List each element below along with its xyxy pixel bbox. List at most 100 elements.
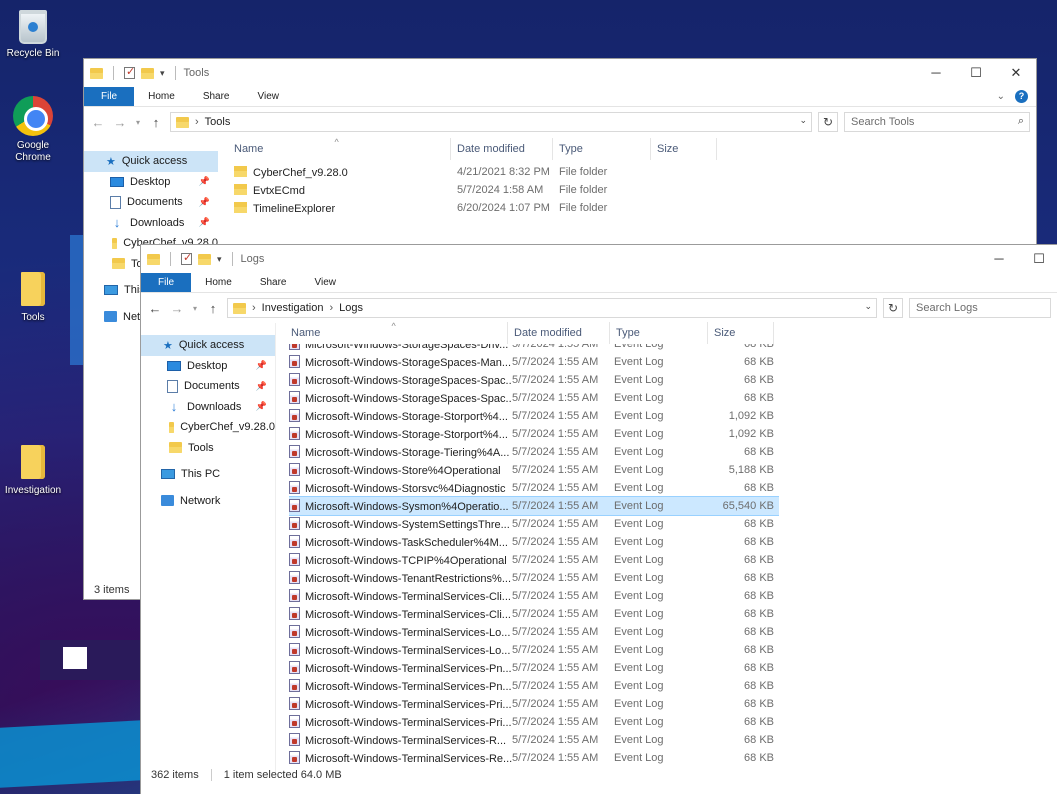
desktop-icon-google-chrome[interactable]: Google Chrome bbox=[1, 96, 65, 164]
table-row[interactable]: Microsoft-Windows-StorageSpaces-Spac... 5… bbox=[289, 389, 779, 407]
table-row[interactable]: Microsoft-Windows-TerminalServices-Pri..… bbox=[289, 695, 779, 713]
column-type[interactable]: Type bbox=[553, 138, 651, 160]
desktop-icon-investigation[interactable]: Investigation bbox=[1, 445, 65, 497]
table-row[interactable]: Microsoft-Windows-StorageSpaces-Driv... 5… bbox=[289, 344, 779, 353]
customize-toolbar-icon[interactable]: ▾ bbox=[217, 254, 222, 265]
file-name: Microsoft-Windows-Storsvc%4Diagnostic bbox=[305, 483, 506, 495]
list-item[interactable]: EvtxECmd 5/7/2024 1:58 AM File folder bbox=[234, 181, 657, 199]
minimize-button[interactable]: ─ bbox=[916, 59, 956, 87]
forward-icon[interactable]: → bbox=[112, 115, 128, 130]
nav-item-documents[interactable]: Documents 📌 bbox=[141, 376, 275, 397]
table-row[interactable]: Microsoft-Windows-Storage-Storport%4... 5… bbox=[289, 425, 779, 443]
column-date-modified[interactable]: Date modified bbox=[451, 138, 553, 160]
desktop-icon-recycle-bin[interactable]: Recycle Bin bbox=[1, 10, 65, 60]
recent-locations-icon[interactable]: ▾ bbox=[134, 118, 142, 127]
table-row[interactable]: Microsoft-Windows-TerminalServices-Re...… bbox=[289, 749, 779, 767]
up-icon[interactable]: ↑ bbox=[205, 301, 221, 316]
forward-icon[interactable]: → bbox=[169, 301, 185, 316]
up-icon[interactable]: ↑ bbox=[148, 115, 164, 130]
tab-file[interactable]: File bbox=[141, 273, 192, 292]
nav-item-desktop[interactable]: Desktop 📌 bbox=[84, 172, 218, 193]
table-row-selected[interactable]: Microsoft-Windows-Sysmon%4Operatio... 5/7… bbox=[289, 496, 779, 516]
refresh-icon[interactable]: ↻ bbox=[818, 112, 838, 132]
nav-quick-access[interactable]: ★ Quick access bbox=[141, 335, 275, 356]
search-input[interactable]: Search Tools ⌕ bbox=[844, 112, 1030, 132]
nav-item-downloads[interactable]: ↓ Downloads 📌 bbox=[141, 397, 275, 418]
table-row[interactable]: Microsoft-Windows-TenantRestrictions%...… bbox=[289, 569, 779, 587]
address-bar[interactable]: › Tools ⌄ bbox=[170, 112, 812, 132]
column-date-modified[interactable]: Date modified bbox=[508, 322, 610, 344]
nav-item-desktop[interactable]: Desktop 📌 bbox=[141, 356, 275, 377]
table-row[interactable]: Microsoft-Windows-Storage-Tiering%4A... 5… bbox=[289, 443, 779, 461]
list-item[interactable]: TimelineExplorer 6/20/2024 1:07 PM File … bbox=[234, 199, 657, 217]
chevron-down-icon[interactable]: ⌄ bbox=[799, 115, 807, 126]
tab-share[interactable]: Share bbox=[189, 87, 244, 106]
tab-home[interactable]: Home bbox=[134, 87, 189, 106]
item-count: 362 items bbox=[151, 769, 199, 781]
nav-item-documents[interactable]: Documents 📌 bbox=[84, 192, 218, 213]
tab-file[interactable]: File bbox=[84, 87, 135, 106]
table-row[interactable]: Microsoft-Windows-TerminalServices-Lo...… bbox=[289, 623, 779, 641]
close-button[interactable]: ✕ bbox=[996, 59, 1036, 87]
table-row[interactable]: Microsoft-Windows-SystemSettingsThre... 5… bbox=[289, 515, 779, 533]
help-icon[interactable]: ? bbox=[1015, 90, 1028, 103]
column-name[interactable]: ^ Name bbox=[285, 321, 508, 344]
new-folder-icon[interactable] bbox=[198, 253, 211, 265]
table-row[interactable]: Microsoft-Windows-TerminalServices-Pri..… bbox=[289, 713, 779, 731]
table-row[interactable]: Microsoft-Windows-TerminalServices-Pn...… bbox=[289, 677, 779, 695]
nav-item-tools[interactable]: Tools bbox=[141, 438, 275, 459]
chevron-down-icon[interactable]: ⌄ bbox=[864, 301, 872, 312]
tools-titlebar[interactable]: ▾ Tools ─ ☐ ✕ bbox=[84, 59, 1036, 87]
table-row[interactable]: Microsoft-Windows-Storsvc%4Diagnostic 5/7… bbox=[289, 479, 779, 497]
file-size: 68 KB bbox=[744, 374, 774, 386]
tab-view[interactable]: View bbox=[244, 87, 294, 106]
table-row[interactable]: Microsoft-Windows-StorageSpaces-Man... 5/… bbox=[289, 353, 779, 371]
table-row[interactable]: Microsoft-Windows-TCPIP%4Operational 5/7/… bbox=[289, 551, 779, 569]
nav-quick-access[interactable]: ★ Quick access bbox=[84, 151, 218, 172]
recent-locations-icon[interactable]: ▾ bbox=[191, 304, 199, 313]
nav-item-cyberchef[interactable]: CyberChef_v9.28.0 bbox=[141, 417, 275, 438]
address-bar[interactable]: › Investigation › Logs ⌄ bbox=[227, 298, 877, 318]
table-row[interactable]: Microsoft-Windows-TaskScheduler%4M... 5/7… bbox=[289, 533, 779, 551]
breadcrumb-tools[interactable]: Tools bbox=[205, 116, 231, 128]
table-row[interactable]: Microsoft-Windows-StorageSpaces-Spac... 5… bbox=[289, 371, 779, 389]
nav-network[interactable]: Network bbox=[141, 491, 275, 512]
desktop-icon-tools[interactable]: Tools bbox=[1, 272, 65, 324]
column-type[interactable]: Type bbox=[610, 322, 708, 344]
tab-share[interactable]: Share bbox=[246, 273, 301, 292]
nav-this-pc[interactable]: This PC bbox=[141, 464, 275, 485]
search-input[interactable]: Search Logs bbox=[909, 298, 1051, 318]
minimize-button[interactable]: ─ bbox=[979, 245, 1019, 273]
properties-icon[interactable] bbox=[124, 65, 135, 79]
folder-icon bbox=[90, 67, 103, 79]
new-folder-icon[interactable] bbox=[141, 67, 154, 79]
list-item[interactable]: CyberChef_v9.28.0 4/21/2021 8:32 PM File… bbox=[234, 163, 657, 181]
column-size[interactable]: Size bbox=[708, 322, 774, 344]
expand-ribbon-icon[interactable]: ⌄ bbox=[997, 91, 1005, 102]
back-icon[interactable]: ← bbox=[90, 115, 106, 130]
nav-item-downloads[interactable]: ↓ Downloads 📌 bbox=[84, 213, 218, 234]
refresh-icon[interactable]: ↻ bbox=[883, 298, 903, 318]
file-name: Microsoft-Windows-Storage-Storport%4... bbox=[305, 411, 508, 423]
table-row[interactable]: Microsoft-Windows-Storage-Storport%4... 5… bbox=[289, 407, 779, 425]
table-row[interactable]: Microsoft-Windows-TerminalServices-Cli..… bbox=[289, 587, 779, 605]
table-row[interactable]: Microsoft-Windows-TerminalServices-Pn...… bbox=[289, 659, 779, 677]
column-size[interactable]: Size bbox=[651, 138, 717, 160]
maximize-button[interactable]: ☐ bbox=[1019, 245, 1057, 273]
breadcrumb-investigation[interactable]: Investigation bbox=[262, 302, 324, 314]
tab-view[interactable]: View bbox=[301, 273, 351, 292]
tab-home[interactable]: Home bbox=[191, 273, 246, 292]
table-row[interactable]: Microsoft-Windows-TerminalServices-Cli..… bbox=[289, 605, 779, 623]
logs-titlebar[interactable]: ▾ Logs ─ ☐ bbox=[141, 245, 1057, 273]
breadcrumb-logs[interactable]: Logs bbox=[339, 302, 363, 314]
table-row[interactable]: Microsoft-Windows-TerminalServices-R... 5… bbox=[289, 731, 779, 749]
pin-icon: 📌 bbox=[255, 360, 267, 371]
customize-toolbar-icon[interactable]: ▾ bbox=[160, 68, 165, 79]
table-row[interactable]: Microsoft-Windows-Store%4Operational 5/7/… bbox=[289, 461, 779, 479]
properties-icon[interactable] bbox=[181, 251, 192, 265]
maximize-button[interactable]: ☐ bbox=[956, 59, 996, 87]
column-name[interactable]: ^ Name bbox=[228, 137, 451, 160]
table-row[interactable]: Microsoft-Windows-TerminalServices-Lo...… bbox=[289, 641, 779, 659]
back-icon[interactable]: ← bbox=[147, 301, 163, 316]
logs-explorer-window[interactable]: ▾ Logs ─ ☐ File Home Share View ← → ▾ ↑ … bbox=[140, 244, 1057, 794]
